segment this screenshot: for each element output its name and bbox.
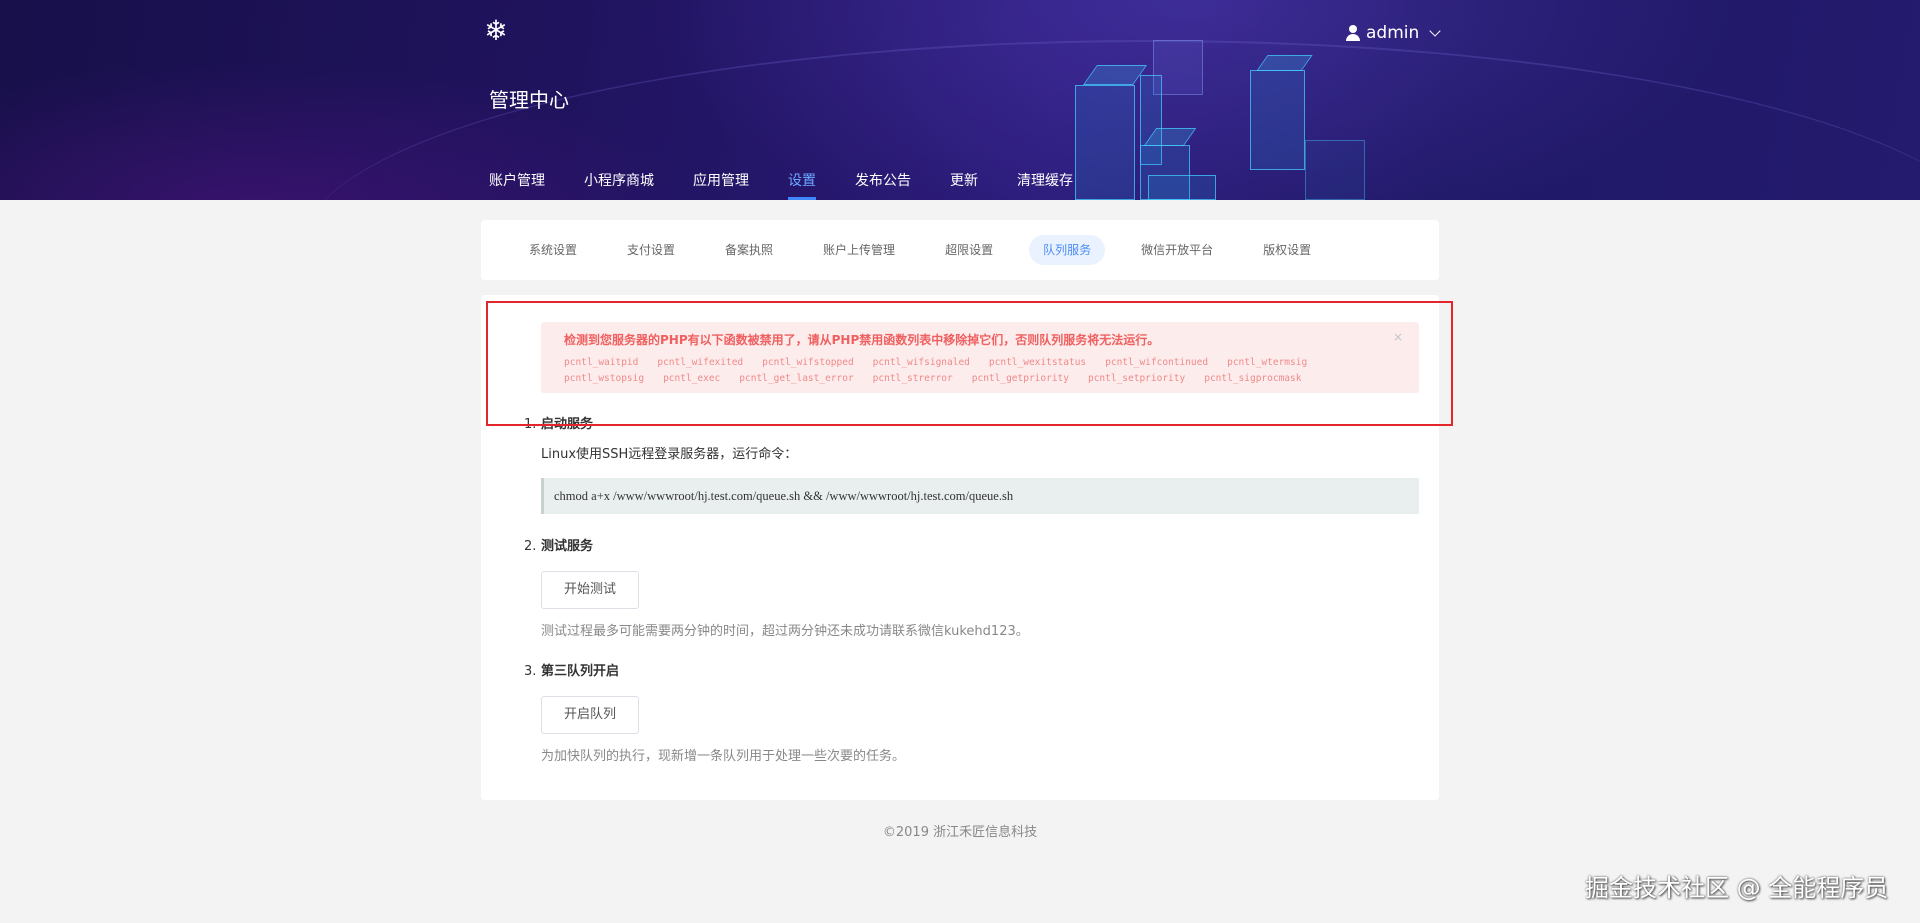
chevron-down-icon [1429, 25, 1441, 37]
step-third-queue-title: 3. 第三队列开启 [524, 660, 619, 679]
site-title: 管理中心 [489, 88, 569, 112]
tab-queue-service[interactable]: 队列服务 [1029, 235, 1106, 265]
step-title: 第三队列开启 [540, 664, 619, 679]
nav-item-update[interactable]: 更新 [950, 170, 978, 200]
test-note: 测试过程最多可能需要两分钟的时间，超过两分钟还未成功请联系微信kukehd123… [541, 624, 1029, 639]
user-icon [1346, 25, 1360, 41]
tab-filing-license[interactable]: 备案执照 [711, 235, 787, 265]
command-code-block: chmod a+x /www/wwwroot/hj.test.com/queue… [541, 478, 1419, 514]
tab-wechat-open-platform[interactable]: 微信开放平台 [1127, 235, 1227, 265]
step-test-service-title: 2. 测试服务 [524, 535, 593, 554]
step-number: 2. [524, 539, 537, 554]
user-menu[interactable]: admin [1346, 20, 1441, 46]
username: admin [1366, 23, 1420, 43]
nav-item-app-management[interactable]: 应用管理 [693, 170, 749, 200]
step-number: 3. [524, 664, 537, 679]
tab-upload-management[interactable]: 账户上传管理 [809, 235, 909, 265]
header-banner: ❄ admin 管理中心 账户管理 小程序商城 应用管理 设置 发布公告 更新 … [0, 0, 1920, 200]
highlight-box [486, 301, 1453, 426]
tab-limit-settings[interactable]: 超限设置 [931, 235, 1007, 265]
watermark: 掘金技术社区 @ 全能程序员 [1585, 874, 1889, 902]
snowflake-icon[interactable]: ❄ [481, 16, 511, 46]
tab-system-settings[interactable]: 系统设置 [515, 235, 591, 265]
footer-copyright: ©2019 浙江禾匠信息科技 [882, 825, 1038, 840]
nav-item-mini-program-mall[interactable]: 小程序商城 [584, 170, 654, 200]
nav-item-announcements[interactable]: 发布公告 [855, 170, 911, 200]
enable-queue-button[interactable]: 开启队列 [541, 696, 639, 734]
settings-tabs-card: 系统设置 支付设置 备案执照 账户上传管理 超限设置 队列服务 微信开放平台 版… [481, 220, 1439, 280]
tab-copyright-settings[interactable]: 版权设置 [1249, 235, 1325, 265]
main-nav: 账户管理 小程序商城 应用管理 设置 发布公告 更新 清理缓存 [489, 170, 1112, 200]
step-title: 测试服务 [540, 539, 593, 554]
start-test-button[interactable]: 开始测试 [541, 571, 639, 609]
queue-note: 为加快队列的执行，现新增一条队列用于处理一些次要的任务。 [541, 749, 906, 764]
settings-tabs: 系统设置 支付设置 备案执照 账户上传管理 超限设置 队列服务 微信开放平台 版… [515, 235, 1325, 265]
nav-item-clear-cache[interactable]: 清理缓存 [1017, 170, 1073, 200]
ssh-instructions: Linux使用SSH远程登录服务器，运行命令： [541, 447, 798, 462]
nav-item-accounts[interactable]: 账户管理 [489, 170, 545, 200]
nav-item-settings[interactable]: 设置 [788, 170, 816, 200]
tab-payment-settings[interactable]: 支付设置 [613, 235, 689, 265]
